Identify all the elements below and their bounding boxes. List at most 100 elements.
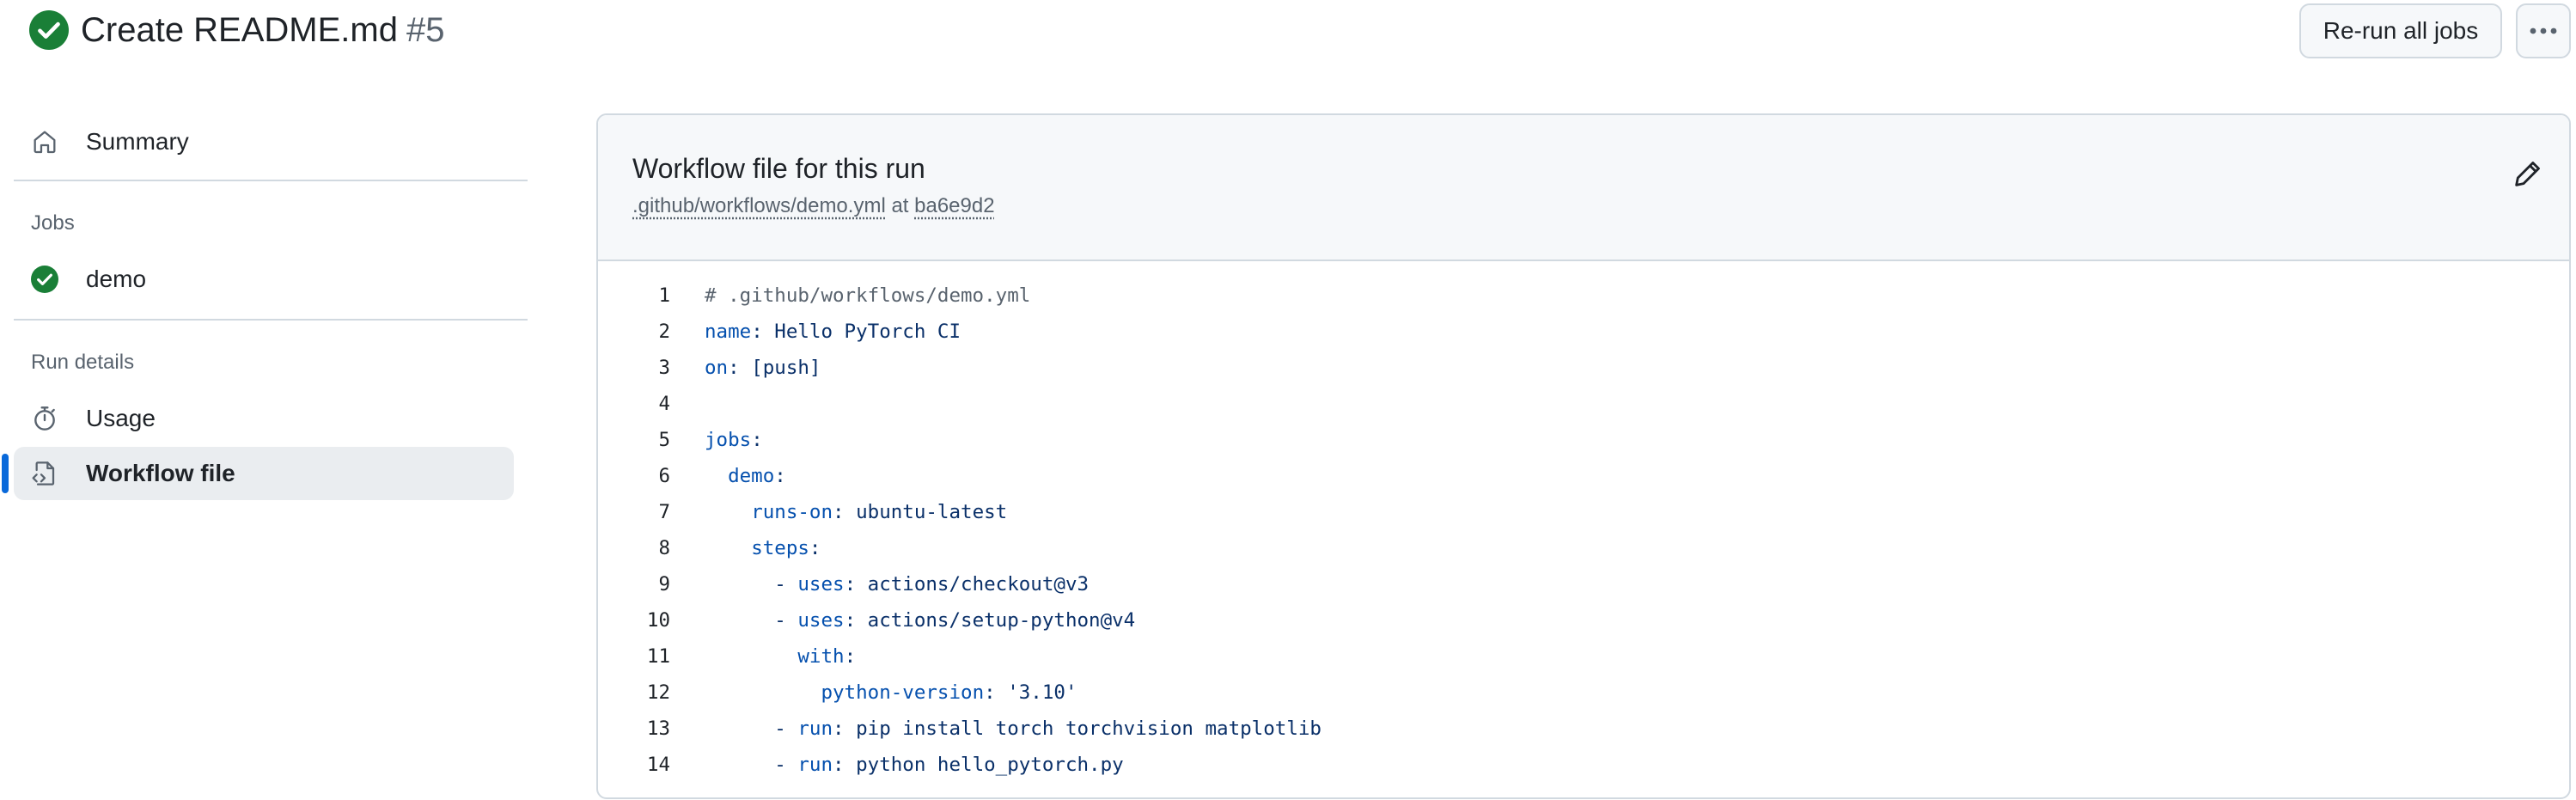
at-text: at (891, 194, 909, 217)
line-content: python-version: '3.10' (705, 675, 1077, 710)
yaml-separator: : (844, 609, 868, 632)
code-line: 1 # .github/workflows/demo.yml (598, 278, 2569, 313)
line-number: 11 (646, 645, 670, 668)
line-number: 7 (658, 501, 670, 523)
rerun-all-jobs-button[interactable]: Re-run all jobs (2299, 3, 2502, 58)
code-line: 13 - run: pip install torch torchvision … (598, 711, 2569, 746)
yaml-separator: : (751, 321, 775, 343)
yaml-key: run (797, 754, 833, 776)
kebab-horizontal-icon (2530, 27, 2557, 34)
line-content: steps: (705, 531, 821, 565)
yaml-value: actions/setup-python@v4 (867, 609, 1136, 632)
line-content: - uses: actions/setup-python@v4 (705, 603, 1135, 638)
yaml-key: demo (728, 465, 775, 487)
yaml-value: actions/checkout@v3 (867, 573, 1090, 595)
yaml-value: [push] (751, 357, 821, 379)
yaml-value: ubuntu-latest (856, 501, 1008, 523)
yaml-separator: : (844, 645, 857, 668)
run-number: #5 (406, 11, 445, 49)
code-line: 2 name: Hello PyTorch CI (598, 315, 2569, 349)
line-content: jobs: (705, 423, 763, 457)
check-circle-fill-icon (29, 264, 60, 295)
code-line: 8 steps: (598, 531, 2569, 565)
line-number: 8 (658, 537, 670, 559)
line-number: 1 (658, 284, 670, 307)
edit-workflow-button[interactable] (2511, 156, 2545, 191)
yaml-key: python-version (821, 681, 985, 704)
jobs-heading: Jobs (31, 211, 75, 235)
line-content: runs-on: ubuntu-latest (705, 495, 1007, 529)
yaml-key: with (797, 645, 845, 668)
yaml-separator: : (844, 573, 868, 595)
yaml-dash: - (774, 573, 798, 595)
code-line: 6 demo: (598, 459, 2569, 493)
home-icon (29, 126, 60, 157)
line-number: 9 (658, 573, 670, 595)
code-line: 4 (598, 387, 2569, 421)
yaml-key: uses (797, 609, 845, 632)
line-content: name: Hello PyTorch CI (705, 315, 961, 349)
yaml-value: '3.10' (1007, 681, 1077, 704)
yaml-key: run (797, 718, 833, 740)
yaml-separator: : (833, 754, 857, 776)
workflow-path-link[interactable]: .github/workflows/demo.yml (632, 194, 886, 217)
active-indicator (2, 454, 9, 493)
yaml-value: Hello PyTorch CI (774, 321, 961, 343)
line-content: with: (705, 639, 856, 674)
code-line: 9 - uses: actions/checkout@v3 (598, 567, 2569, 602)
check-circle-fill-icon (29, 10, 69, 50)
line-content: on: [push] (705, 351, 821, 385)
line-number: 13 (646, 718, 670, 740)
sidebar-item-label: Usage (86, 405, 156, 431)
stopwatch-icon (29, 403, 60, 434)
yaml-value: pip install torch torchvision matplotlib (856, 718, 1322, 740)
pencil-icon (2515, 162, 2540, 186)
yaml-value: python hello_pytorch.py (856, 754, 1124, 776)
line-content: demo: (705, 459, 786, 493)
workflow-file-title: Workflow file for this run (632, 153, 925, 184)
run-title: Create README.md (81, 11, 398, 49)
yaml-separator: : (833, 501, 857, 523)
yaml-separator: : (809, 537, 821, 559)
more-actions-button[interactable] (2516, 3, 2571, 58)
sidebar-item-summary[interactable]: Summary (14, 115, 514, 168)
yaml-key: uses (797, 573, 845, 595)
commit-sha-link[interactable]: ba6e9d2 (914, 194, 994, 217)
line-number: 4 (658, 393, 670, 415)
code-line: 7 runs-on: ubuntu-latest (598, 495, 2569, 529)
yaml-separator: : (833, 718, 857, 740)
sidebar-item-label: Summary (86, 128, 189, 155)
line-number: 10 (646, 609, 670, 632)
sidebar-divider (14, 180, 528, 181)
line-content: - uses: actions/checkout@v3 (705, 567, 1089, 602)
yaml-dash: - (774, 754, 798, 776)
code-line: 3 on: [push] (598, 351, 2569, 385)
line-number: 6 (658, 465, 670, 487)
sidebar-item-workflow-file[interactable]: Workflow file (14, 447, 514, 500)
sidebar-item-label: demo (86, 266, 147, 292)
yaml-key: runs-on (751, 501, 833, 523)
yaml-dash: - (774, 718, 798, 740)
line-content: # .github/workflows/demo.yml (705, 278, 1030, 313)
yaml-key: name (705, 321, 752, 343)
yaml-dash: - (774, 609, 798, 632)
line-number: 2 (658, 321, 670, 343)
workflow-file-subtitle: .github/workflows/demo.yml at ba6e9d2 (632, 194, 995, 218)
line-number: 3 (658, 357, 670, 379)
sidebar-item-job-demo[interactable]: demo (14, 253, 514, 306)
rerun-all-jobs-label: Re-run all jobs (2323, 17, 2479, 44)
run-details-heading: Run details (31, 351, 135, 374)
page-title: Create README.md #5 (81, 6, 444, 54)
line-number: 14 (646, 754, 670, 776)
yaml-separator: : (728, 357, 752, 379)
sidebar-item-usage[interactable]: Usage (14, 392, 514, 445)
line-number: 12 (646, 681, 670, 704)
